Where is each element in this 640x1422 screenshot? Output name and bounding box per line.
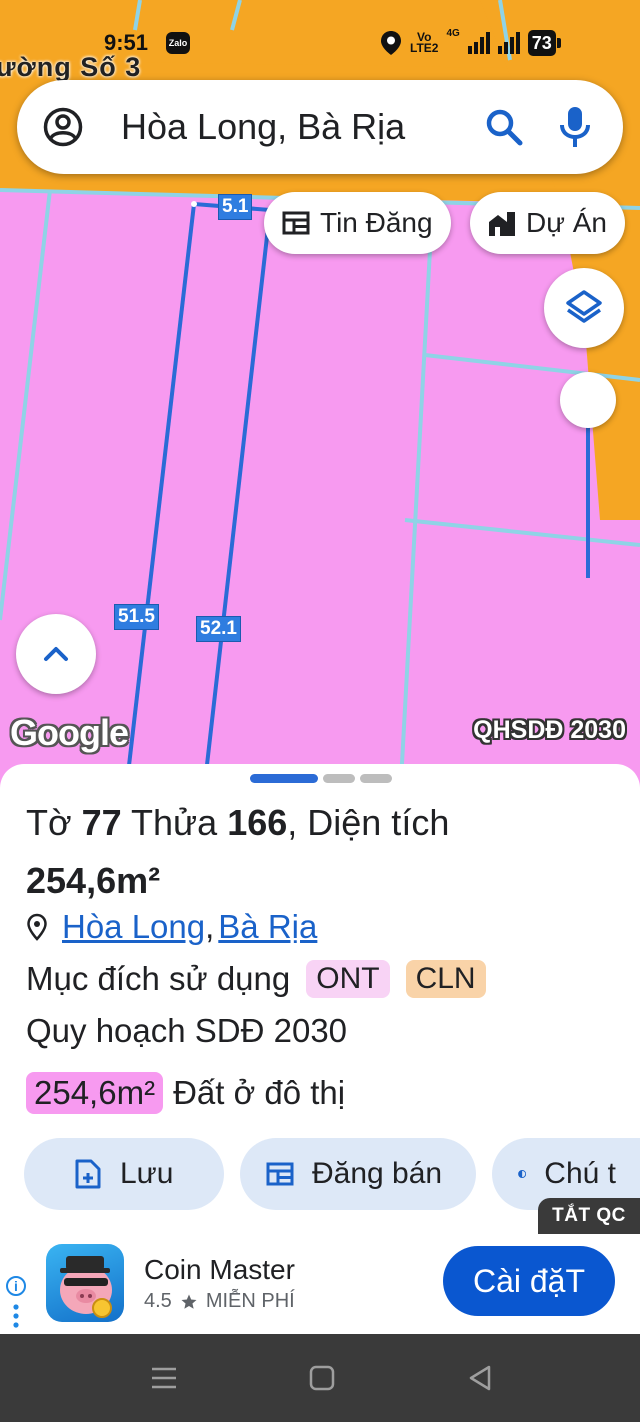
signal-icon — [467, 32, 490, 54]
listing-icon — [266, 1162, 294, 1186]
account-icon[interactable] — [43, 107, 83, 147]
plan-tag: QHSDĐ 2030 — [473, 716, 626, 744]
save-button[interactable]: Lưu — [24, 1138, 224, 1210]
volte-indicator: Vo LTE2 — [410, 30, 439, 55]
pig-icon — [60, 1256, 112, 1318]
contrast-icon — [518, 1170, 527, 1178]
search-bar[interactable]: Hòa Long, Bà Rịa — [17, 80, 623, 174]
location-icon — [381, 31, 401, 55]
status-bar: 9:51 Zalo Vo LTE2 4G 73 — [0, 26, 640, 60]
parcel-title: Tờ 77 Thửa 166, Diện tích 254,6m² — [26, 802, 450, 901]
projects-chip-label: Dự Án — [526, 207, 607, 238]
layers-icon — [566, 290, 602, 323]
plan-use-text: Đất ở đô thị — [173, 1074, 346, 1111]
install-button[interactable]: Cài đặT — [443, 1246, 615, 1316]
city-link[interactable]: Bà Rịa — [218, 908, 317, 946]
location-pin-icon — [27, 913, 47, 941]
listings-chip-label: Tin Đăng — [320, 207, 433, 238]
parcel-label[interactable]: 51.5 — [114, 604, 159, 630]
post-sale-button-label: Đăng bán — [312, 1157, 443, 1190]
ad-info-icon[interactable]: i — [6, 1276, 26, 1296]
search-icon[interactable] — [484, 107, 524, 147]
google-logo: Google — [10, 712, 129, 753]
ad-rating: 4.5 — [144, 1290, 172, 1312]
land-use-tag: CLN — [405, 960, 486, 998]
status-indicators: Vo LTE2 4G 73 — [380, 28, 561, 58]
parcel-location: Hòa Long , Bà Rịa — [26, 908, 317, 946]
listings-chip[interactable]: Tin Đăng — [264, 192, 451, 254]
zalo-icon: Zalo — [166, 32, 190, 54]
plan-label: Quy hoạch SDĐ 2030 — [26, 1012, 348, 1049]
sheet-number: 77 — [81, 802, 122, 843]
mic-icon[interactable] — [557, 105, 593, 149]
land-use-label: Mục đích sử dụng — [26, 960, 291, 997]
home-icon[interactable] — [308, 1364, 336, 1392]
battery-icon: 73 — [527, 30, 561, 56]
expand-sheet-button[interactable] — [16, 614, 96, 694]
ad-price: MIỄN PHÍ — [205, 1290, 295, 1312]
land-use-tag: ONT — [306, 960, 390, 998]
plan-area-row: 254,6m² Đất ở đô thị — [26, 1072, 345, 1114]
parcel-label[interactable]: 52.1 — [196, 616, 241, 642]
signal-icon — [497, 32, 520, 54]
ads-off-button[interactable]: TẮT QC — [538, 1198, 640, 1234]
network-type: 4G — [446, 28, 460, 39]
add-file-icon — [75, 1159, 101, 1189]
parcel-area: 254,6m² — [26, 860, 161, 901]
layers-button[interactable] — [544, 268, 624, 348]
plot-number: 166 — [227, 802, 288, 843]
ad-app-name: Coin Master — [144, 1254, 295, 1285]
plan-area-badge: 254,6m² — [26, 1072, 164, 1114]
system-nav-bar — [0, 1334, 640, 1422]
projects-chip[interactable]: Dự Án — [470, 192, 625, 254]
ward-link[interactable]: Hòa Long — [62, 908, 205, 946]
opacity-slider-handle[interactable] — [560, 372, 616, 428]
sheet-page-indicator — [250, 774, 392, 783]
ad-app-meta: 4.5 MIỄN PHÍ — [144, 1290, 295, 1313]
listing-icon — [282, 211, 310, 235]
land-use-row: Mục đích sử dụng ONT CLN — [26, 960, 486, 998]
parcel-info-sheet[interactable]: Tờ 77 Thửa 166, Diện tích 254,6m² Hòa Lo… — [0, 764, 640, 1234]
save-button-label: Lưu — [120, 1157, 174, 1190]
more-vert-icon[interactable] — [13, 1304, 19, 1328]
back-icon[interactable] — [466, 1364, 494, 1392]
recent-apps-icon[interactable] — [150, 1364, 178, 1392]
post-sale-button[interactable]: Đăng bán — [240, 1138, 476, 1210]
chevron-up-icon — [44, 647, 68, 661]
star-icon — [181, 1294, 197, 1309]
legend-button-label: Chú t — [544, 1157, 616, 1190]
search-input[interactable]: Hòa Long, Bà Rịa — [121, 106, 405, 148]
parcel-label[interactable]: 5.1 — [218, 194, 253, 220]
buildings-icon — [489, 212, 515, 236]
status-time: 9:51 — [104, 30, 149, 55]
app-icon[interactable] — [46, 1244, 124, 1322]
ad-banner[interactable]: i Coin Master 4.5 MIỄN PHÍ Cài đặT — [0, 1234, 640, 1334]
